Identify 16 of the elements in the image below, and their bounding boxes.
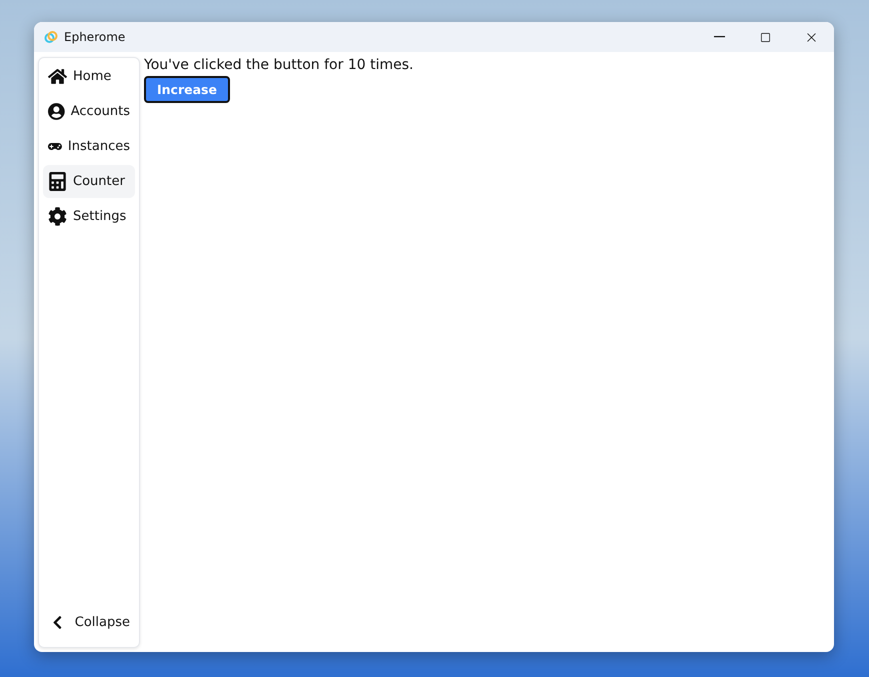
settings-icon <box>48 207 67 226</box>
nav-item[interactable]: Settings <box>43 200 135 233</box>
home-icon <box>48 67 67 86</box>
maximize-icon <box>760 32 770 42</box>
collapse-button[interactable]: Collapse <box>43 606 135 639</box>
nav-item[interactable]: Instances <box>43 130 135 163</box>
minimize-icon <box>714 36 724 38</box>
nav-item[interactable]: Counter <box>43 165 135 198</box>
user-icon <box>48 102 65 121</box>
nav-item[interactable]: Accounts <box>43 95 135 128</box>
click-count-text: You've clicked the button for 10 times. <box>144 57 414 73</box>
app-logo-icon <box>44 30 58 44</box>
calculator-icon <box>48 172 67 191</box>
nav-item[interactable]: Home <box>43 60 135 93</box>
window-title: Epherome <box>64 30 126 44</box>
increase-button[interactable]: Increase <box>144 76 230 103</box>
